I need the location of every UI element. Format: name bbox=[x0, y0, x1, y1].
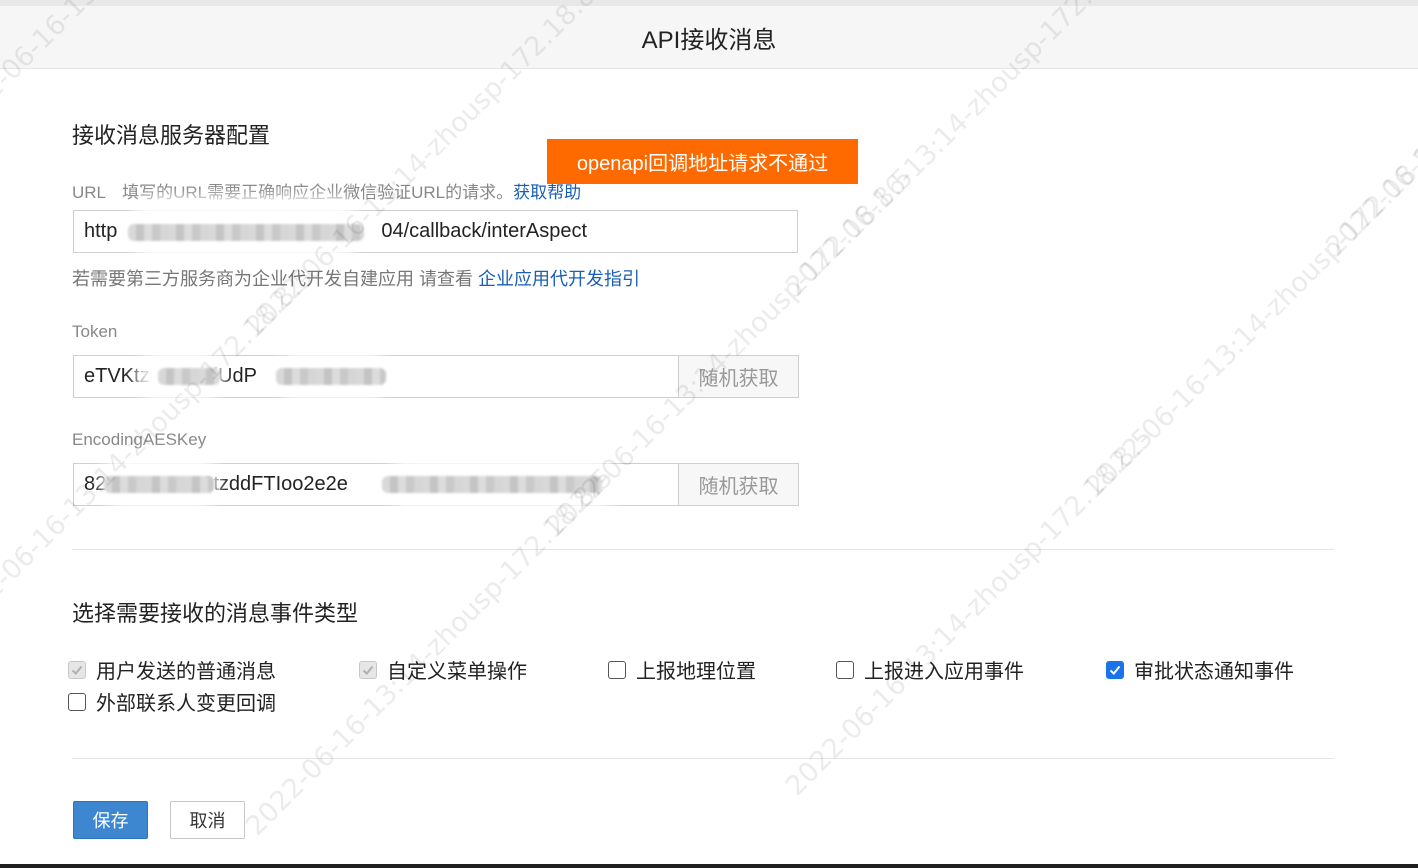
url-value-suffix: 04/callback/interAspect bbox=[381, 220, 588, 242]
token-label: Token bbox=[72, 322, 118, 341]
event-checkbox-location[interactable]: 上报地理位置 bbox=[608, 655, 756, 684]
error-toast: openapi回调地址请求不通过 bbox=[547, 139, 858, 184]
aes-key-label: EncodingAESKey bbox=[72, 430, 207, 449]
token-random-button[interactable]: 随机获取 bbox=[678, 355, 799, 398]
save-button[interactable]: 保存 bbox=[73, 801, 148, 839]
url-help-link[interactable]: 获取帮助 bbox=[513, 183, 581, 202]
event-types-title: 选择需要接收的消息事件类型 bbox=[72, 601, 359, 626]
event-label: 审批状态通知事件 bbox=[1134, 661, 1294, 683]
api-receive-message-page: API接收消息 接收消息服务器配置 URL 填写的URL需要正确响应企业微信验证… bbox=[0, 0, 1418, 868]
watermark-text: 2022-06-16-13:14-zhousp-172.18.8.5 bbox=[780, 422, 1160, 802]
aes-value-part2: 2tzddFTIoo2e2e bbox=[202, 473, 348, 495]
cancel-button[interactable]: 取消 bbox=[170, 801, 245, 839]
aes-mask-1 bbox=[104, 476, 214, 493]
url-value-prefix: http bbox=[84, 220, 118, 242]
event-label: 外部联系人变更回调 bbox=[96, 693, 276, 715]
event-checkbox-external-contact[interactable]: 外部联系人变更回调 bbox=[68, 687, 276, 716]
event-label: 上报进入应用事件 bbox=[864, 661, 1024, 683]
event-label: 自定义菜单操作 bbox=[387, 661, 527, 683]
page-title: API接收消息 bbox=[641, 26, 777, 54]
dev-hint-row: 若需要第三方服务商为企业代开发自建应用 请查看 企业应用代开发指引 bbox=[72, 265, 640, 291]
section-divider-1 bbox=[72, 549, 1334, 550]
checkbox-unchecked-icon bbox=[68, 692, 86, 711]
event-checkbox-normal-message[interactable]: 用户发送的普通消息 bbox=[68, 655, 276, 684]
checkbox-checked-disabled-icon bbox=[68, 660, 86, 679]
event-label: 用户发送的普通消息 bbox=[96, 661, 276, 683]
dialog-header: API接收消息 bbox=[0, 6, 1418, 69]
bottom-strip bbox=[0, 864, 1418, 868]
checkbox-unchecked-icon bbox=[836, 660, 854, 679]
aes-mask-2 bbox=[382, 476, 602, 493]
event-checkbox-approval-status[interactable]: 审批状态通知事件 bbox=[1106, 655, 1294, 684]
event-checkbox-custom-menu[interactable]: 自定义菜单操作 bbox=[359, 655, 527, 684]
url-mask bbox=[128, 224, 364, 241]
checkbox-checked-icon bbox=[1106, 660, 1124, 679]
dev-guide-link[interactable]: 企业应用代开发指引 bbox=[478, 269, 640, 289]
token-mask-1 bbox=[158, 368, 220, 385]
watermark-text: 2022-06-16-13:14-zhousp-172.18.8.5 bbox=[240, 462, 620, 842]
checkbox-unchecked-icon bbox=[608, 660, 626, 679]
dev-hint: 若需要第三方服务商为企业代开发自建应用 请查看 bbox=[72, 269, 473, 289]
url-label: URL bbox=[72, 183, 106, 202]
event-checkbox-enter-app[interactable]: 上报进入应用事件 bbox=[836, 655, 1024, 684]
aes-random-button[interactable]: 随机获取 bbox=[678, 463, 799, 506]
section-divider-2 bbox=[72, 758, 1334, 759]
server-config-title: 接收消息服务器配置 bbox=[72, 123, 271, 148]
event-label: 上报地理位置 bbox=[636, 661, 756, 683]
watermark-text: 2022-06-16-13:14-zhousp-172.18.8.5 bbox=[1080, 122, 1418, 502]
checkbox-checked-disabled-icon bbox=[359, 660, 377, 679]
token-mask-2 bbox=[276, 368, 386, 385]
